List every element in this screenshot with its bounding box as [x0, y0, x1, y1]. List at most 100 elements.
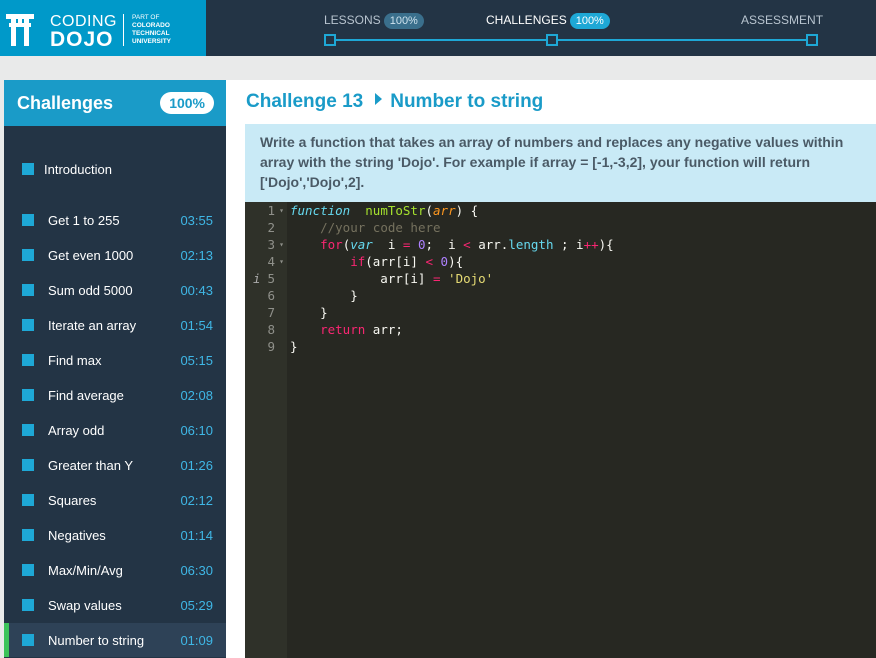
sidebar-item[interactable]: Find max 05:15 [4, 343, 226, 377]
sidebar-item[interactable]: Number to string 01:09 [4, 623, 226, 657]
sidebar-item[interactable]: Swap values 05:29 [4, 588, 226, 622]
code-line: return arr; [290, 321, 614, 338]
sidebar-item[interactable]: Array odd 06:10 [4, 413, 226, 447]
coding-dojo-logo[interactable]: CODING DOJO PART OF COLORADO TECHNICAL UNIV… [0, 0, 206, 56]
step-lessons[interactable]: LESSONS 100% [324, 13, 424, 29]
sidebar-item-time: 06:10 [180, 423, 213, 438]
code-token: if [350, 254, 366, 269]
sidebar-item-label: Swap values [48, 598, 122, 613]
code-editor[interactable]: 1 ▾ 2 3 ▾ 4 ▾ 5 i 6 7 8 9 function numToStr(arr) { /… [245, 202, 876, 658]
code-token: ) { [455, 203, 479, 218]
logo-partner: PART OF COLORADO TECHNICAL UNIVERSITY [132, 14, 172, 45]
challenges-badge: 100% [569, 13, 610, 29]
code-token: //your code here [320, 220, 441, 235]
sidebar-item-time: 03:55 [180, 213, 213, 228]
code-token: (arr[i] [365, 254, 426, 269]
sidebar-item[interactable]: Get 1 to 255 03:55 [4, 203, 226, 237]
sidebar-item-time: 02:12 [180, 493, 213, 508]
code-token: numToStr [365, 203, 426, 218]
status-square-icon [22, 214, 34, 226]
main-panel: Challenge 13 Number to string Write a fun… [226, 80, 876, 658]
sidebar-item-label: Squares [48, 493, 97, 508]
code-token: = [433, 271, 441, 286]
sidebar-item[interactable]: Greater than Y 01:26 [4, 448, 226, 482]
sidebar-item[interactable]: Find average 02:08 [4, 378, 226, 412]
code-token: 0 [410, 237, 426, 252]
fold-arrow-icon[interactable]: ▾ [279, 202, 284, 219]
status-square-icon [22, 529, 34, 541]
sidebar-item-time: 00:43 [180, 283, 213, 298]
code-line: arr[i] = 'Dojo' [290, 270, 614, 287]
status-square-icon [22, 354, 34, 366]
code-line: for(var i = 0; i < arr.length ; i++){ [290, 236, 614, 253]
fold-arrow-icon[interactable]: ▾ [279, 253, 284, 270]
code-token: function [290, 203, 351, 218]
sidebar-item-time: 06:30 [180, 563, 213, 578]
sidebar-item-label: Max/Min/Avg [48, 563, 123, 578]
sidebar-item[interactable]: Squares 02:12 [4, 483, 226, 517]
fold-arrow-icon[interactable]: ▾ [279, 236, 284, 253]
status-square-icon [22, 494, 34, 506]
status-square-icon [22, 389, 34, 401]
sidebar-item[interactable]: Max/Min/Avg 06:30 [4, 553, 226, 587]
status-square-icon [22, 284, 34, 296]
logo-divider [123, 14, 124, 46]
status-square-icon [22, 564, 34, 576]
sidebar-item[interactable]: Introduction [4, 152, 226, 186]
line-number: 9 [267, 339, 275, 354]
sidebar-title: Challenges [17, 93, 114, 113]
code-token: length [508, 237, 554, 252]
sidebar-item-time: 01:26 [180, 458, 213, 473]
code-token: ; [425, 237, 434, 252]
line-gutter: 1 ▾ 2 3 ▾ 4 ▾ 5 i 6 7 8 9 [245, 202, 287, 658]
progress-track-done [330, 39, 552, 41]
code-token: } [290, 339, 298, 354]
step-assessment[interactable]: ASSESSMENT [741, 13, 823, 27]
step-challenges[interactable]: CHALLENGES 100% [486, 13, 610, 29]
code-line: if(arr[i] < 0){ [290, 253, 614, 270]
top-bar: CODING DOJO PART OF COLORADO TECHNICAL UNIV… [0, 0, 876, 56]
progress-track [552, 39, 812, 41]
progress-node [546, 34, 558, 46]
sidebar-item-label: Number to string [48, 633, 145, 648]
sidebar-item-time: 05:15 [180, 353, 213, 368]
sidebar-badge: 100% [160, 92, 214, 114]
code-token: < [425, 254, 434, 269]
code-token: ; i [553, 237, 584, 252]
code-line: function numToStr(arr) { [290, 202, 614, 219]
code-token: for [320, 237, 343, 252]
sidebar-item-label: Greater than Y [48, 458, 134, 473]
code-token: ){ [448, 254, 464, 269]
sidebar-item[interactable]: Iterate an array 01:54 [4, 308, 226, 342]
sidebar-item[interactable]: Sum odd 5000 00:43 [4, 273, 226, 307]
lessons-badge: 100% [383, 13, 424, 29]
code-token: return [320, 322, 366, 337]
sidebar-item-label: Sum odd 5000 [48, 283, 133, 298]
logo-line2: DOJO [50, 28, 114, 51]
code-content[interactable]: function numToStr(arr) { //your code her… [290, 202, 614, 355]
code-token: } [290, 305, 328, 320]
code-token: arr [433, 203, 456, 218]
sidebar-item-time: 02:08 [180, 388, 213, 403]
code-token: } [290, 288, 358, 303]
code-token: < [463, 237, 471, 252]
status-square-icon [22, 634, 34, 646]
sidebar-item-time: 05:29 [180, 598, 213, 613]
status-square-icon [22, 319, 34, 331]
progress-node [324, 34, 336, 46]
line-number: 5i [253, 271, 275, 286]
sidebar-item-label: Introduction [44, 162, 112, 177]
code-token: var [350, 237, 373, 252]
sidebar-item-time: 02:13 [180, 248, 213, 263]
page-title: Challenge 13 Number to string [246, 91, 544, 112]
sidebar: Challenges 100% Introduction Get 1 to 255… [4, 80, 226, 658]
code-token: i [372, 237, 403, 252]
sidebar-item[interactable]: Negatives 01:14 [4, 518, 226, 552]
code-line: //your code here [290, 219, 614, 236]
code-token: 'Dojo' [440, 271, 494, 286]
sidebar-item-label: Find max [48, 353, 102, 368]
sidebar-item[interactable]: Get even 1000 02:13 [4, 238, 226, 272]
